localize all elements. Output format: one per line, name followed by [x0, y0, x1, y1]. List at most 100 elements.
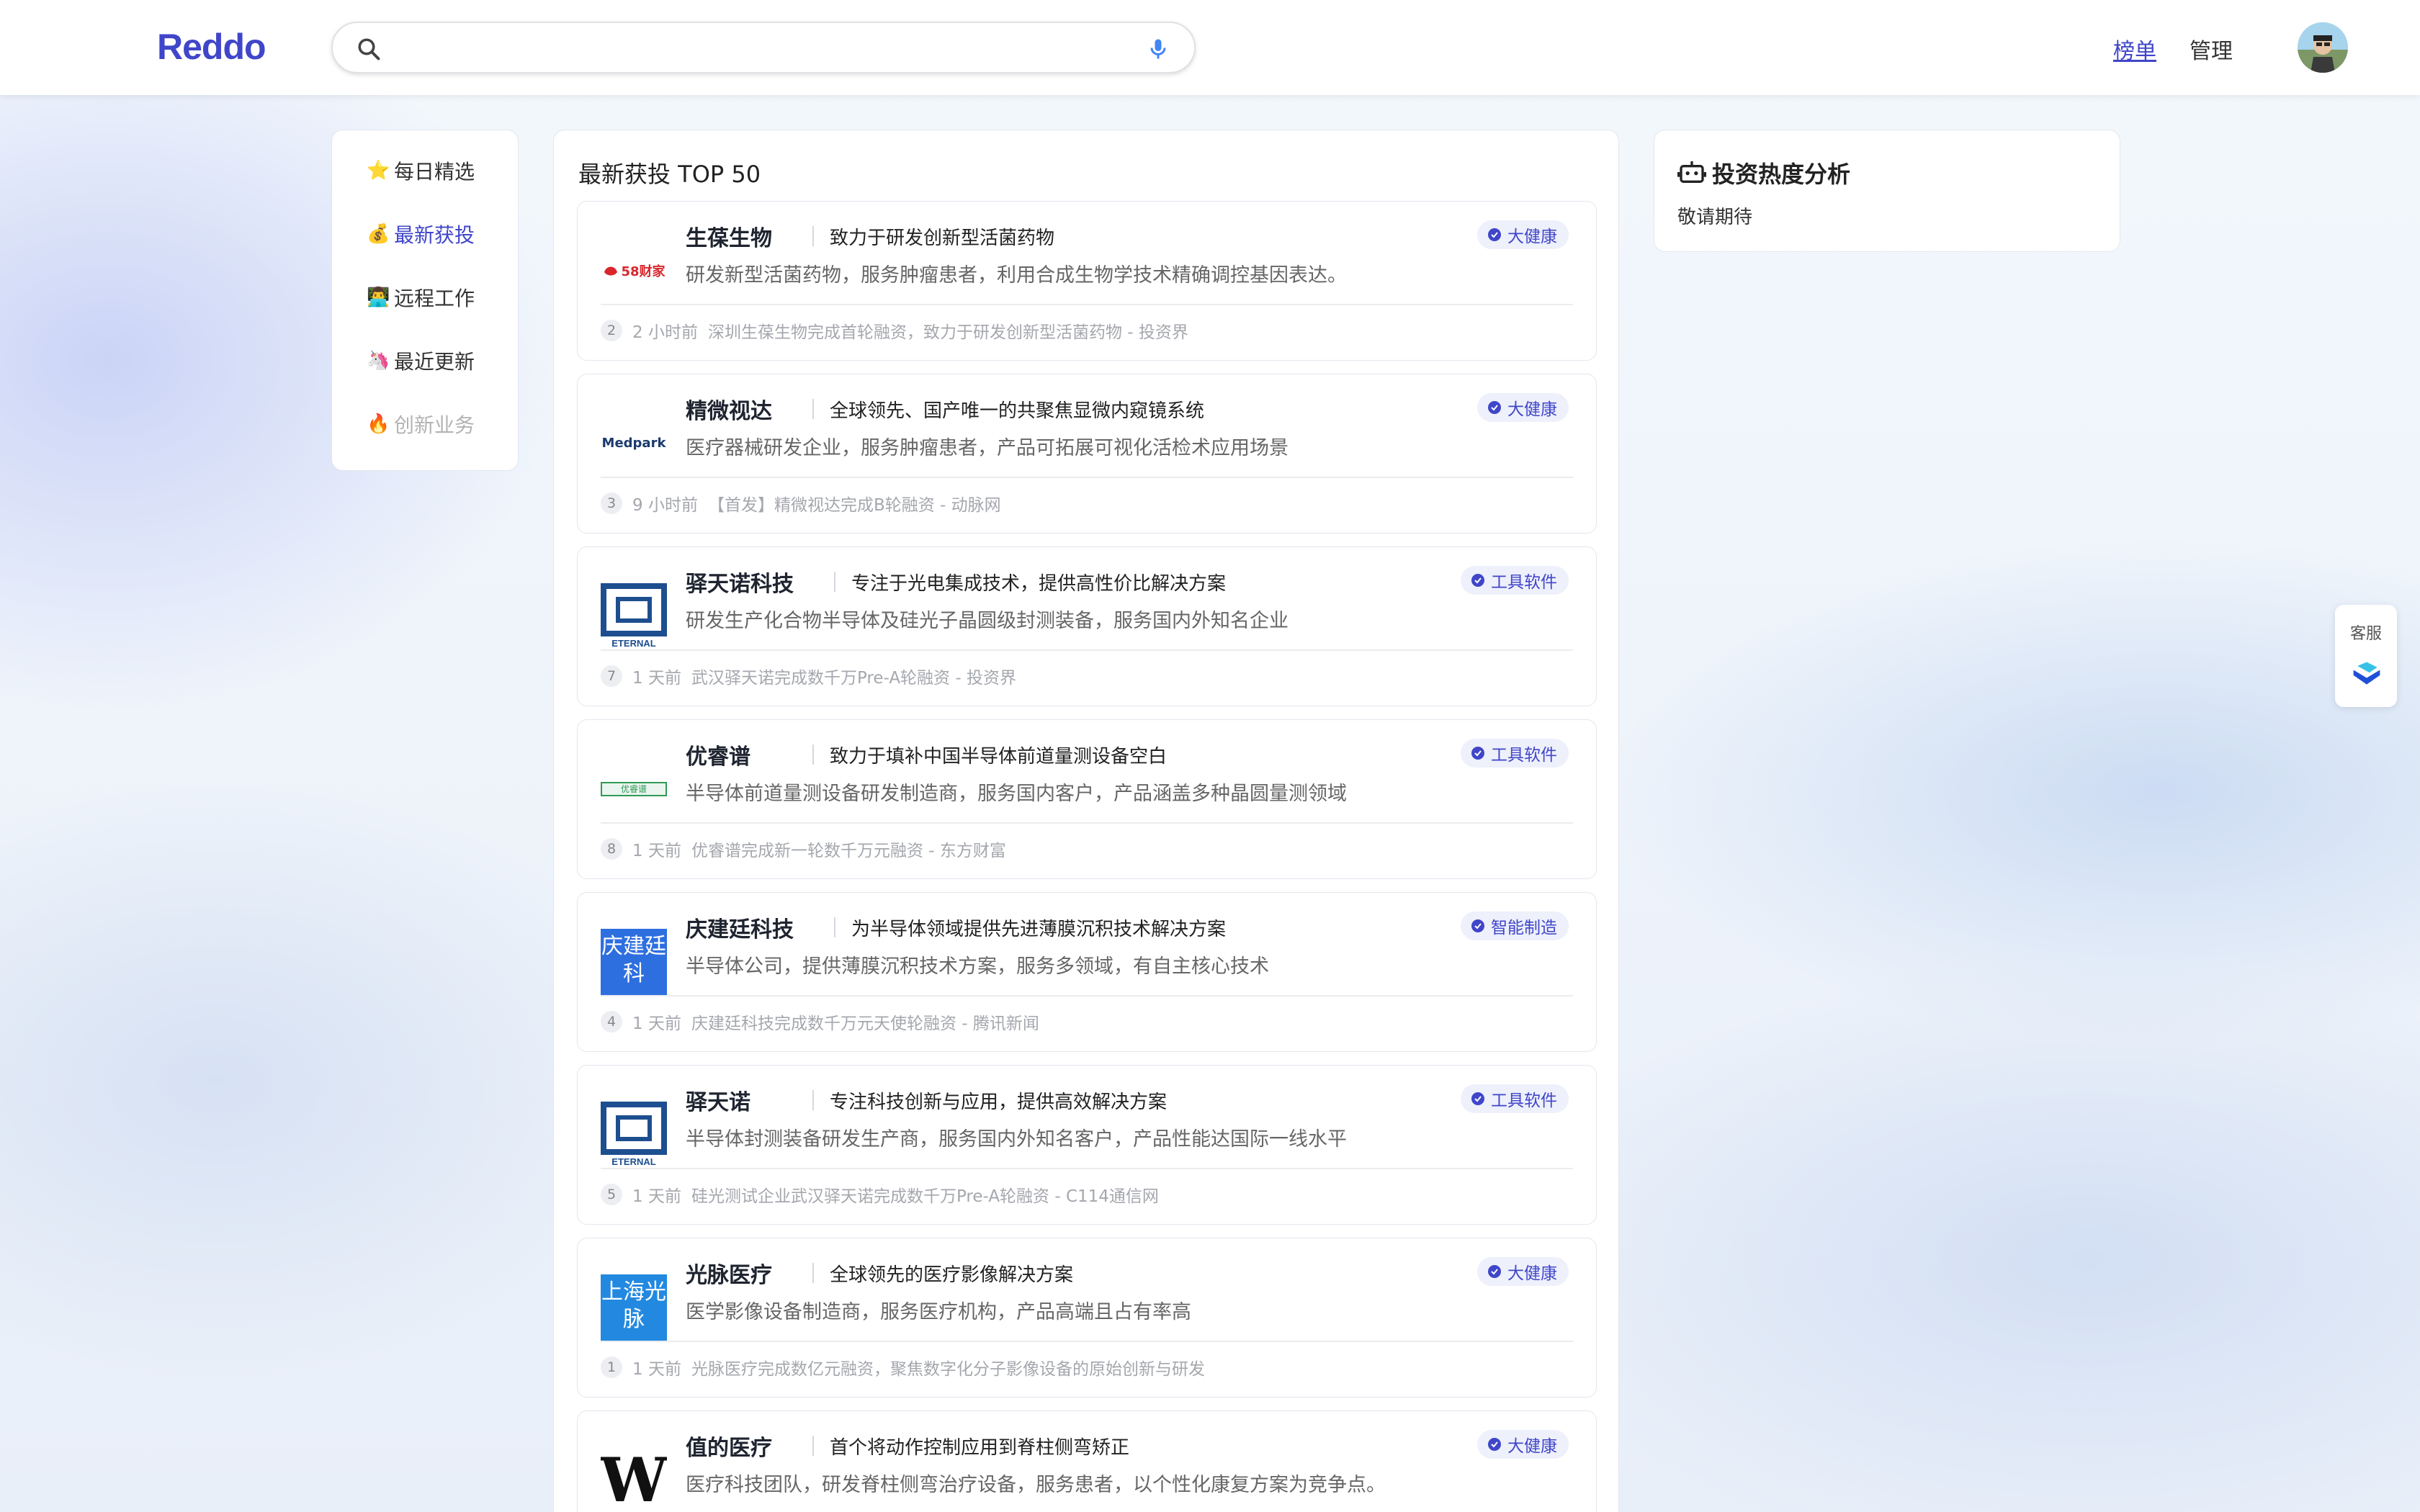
mic-icon[interactable]	[1145, 36, 1171, 62]
company-name[interactable]: 值的医疗	[686, 1430, 772, 1462]
category-tag[interactable]: 工具软件	[1461, 739, 1569, 768]
user-avatar[interactable]	[2298, 22, 2348, 73]
company-slogan: 致力于研发创新型活菌药物	[830, 228, 1055, 249]
company-name[interactable]: 驿天诺	[686, 1084, 750, 1116]
list-item[interactable]: 庆建廷科 庆建廷科技 为半导体领域提供先进薄膜沉积技术解决方案 智能制造 半导体…	[577, 892, 1597, 1052]
rank-badge: 4	[601, 1011, 622, 1032]
company-description: 研发生产化合物半导体及硅光子晶圆级封测装备，服务国内外知名企业	[686, 610, 1289, 632]
category-tag[interactable]: 大健康	[1477, 393, 1569, 422]
news-line[interactable]: 8 1 天前 优睿谱完成新一轮数千万元融资 - 东方财富	[601, 837, 1006, 861]
company-slogan: 为半导体领域提供先进薄膜沉积技术解决方案	[851, 919, 1227, 940]
time-ago: 1 天前	[632, 1187, 681, 1206]
time-ago: 1 天前	[632, 1360, 681, 1379]
list-item[interactable]: 优睿谱 优睿谱 致力于填补中国半导体前道量测设备空白 工具软件 半导体前道量测设…	[577, 719, 1597, 879]
list-item[interactable]: Medpark 精微视达 全球领先、国产唯一的共聚焦显微内窥镜系统 大健康 医疗…	[577, 374, 1597, 534]
divider	[812, 1436, 814, 1456]
verified-badge-icon	[1471, 747, 1484, 760]
customer-service-label: 客服	[2349, 625, 2382, 643]
news-title[interactable]: 庆建廷科技完成数千万元天使轮融资 - 腾讯新闻	[691, 1009, 1039, 1034]
verified-badge-icon	[1471, 919, 1484, 932]
investment-heat-card: 投资热度分析 敬请期待	[1654, 130, 2120, 252]
search-input[interactable]	[399, 30, 1119, 65]
news-title[interactable]: 硅光测试企业武汉驿天诺完成数千万Pre-A轮融资 - C114通信网	[691, 1182, 1159, 1207]
avatar-image	[2298, 22, 2348, 73]
divider	[834, 917, 835, 937]
sidebar-item-latest-funded[interactable]: 💰 最新获投	[367, 220, 475, 248]
news-title[interactable]: 深圳生葆生物完成首轮融资，致力于研发创新型活菌药物 - 投资界	[708, 318, 1188, 343]
fire-icon: 🔥	[367, 413, 390, 435]
news-line[interactable]: 5 1 天前 硅光测试企业武汉驿天诺完成数千万Pre-A轮融资 - C114通信…	[601, 1182, 1159, 1207]
svg-text:ETERNAL: ETERNAL	[611, 1156, 655, 1167]
app-logo[interactable]: Reddo	[157, 26, 266, 68]
news-line[interactable]: 1 1 天前 光脉医疗完成数亿元融资，聚焦数字化分子影像设备的原始创新与研发	[601, 1355, 1205, 1380]
divider	[601, 649, 1573, 651]
company-description: 半导体前道量测设备研发制造商，服务国内客户，产品涵盖多种晶圆量测领域	[686, 783, 1347, 805]
customer-service-widget[interactable]: 客服	[2335, 605, 2397, 707]
verified-badge-icon	[1488, 401, 1501, 414]
category-tag[interactable]: 工具软件	[1461, 1084, 1569, 1113]
company-slogan: 专注科技创新与应用，提供高效解决方案	[830, 1092, 1168, 1113]
sidebar-item-remote[interactable]: 👨‍💻 远程工作	[367, 283, 475, 312]
time-ago: 1 天前	[632, 669, 681, 688]
company-logo: Medpark	[601, 436, 666, 451]
category-tag[interactable]: 智能制造	[1461, 912, 1569, 940]
time-ago: 9 小时前	[632, 496, 698, 515]
list-item[interactable]: W 值的医疗 首个将动作控制应用到脊柱侧弯矫正 大健康 医疗科技团队，研发脊柱侧…	[577, 1410, 1597, 1512]
news-title[interactable]: 【首发】精微视达完成B轮融资 - 动脉网	[708, 491, 1001, 516]
list-item[interactable]: 58财家 生葆生物 致力于研发创新型活菌药物 大健康 研发新型活菌药物，服务肿瘤…	[577, 201, 1597, 361]
divider	[601, 995, 1573, 996]
category-tag[interactable]: 大健康	[1477, 220, 1569, 249]
rank-badge: 5	[601, 1184, 622, 1205]
news-line[interactable]: 7 1 天前 武汉驿天诺完成数千万Pre-A轮融资 - 投资界	[601, 664, 1016, 688]
company-description: 研发新型活菌药物，服务肿瘤患者，利用合成生物学技术精确调控基因表达。	[686, 264, 1347, 287]
company-logo: 优睿谱	[601, 756, 667, 822]
news-line[interactable]: 3 9 小时前 【首发】精微视达完成B轮融资 - 动脉网	[601, 491, 1001, 516]
sidebar-item-recent-updates[interactable]: 🦄 最近更新	[367, 346, 475, 375]
list-item[interactable]: ETERNAL 驿天诺 专注科技创新与应用，提供高效解决方案 工具软件 半导体封…	[577, 1065, 1597, 1225]
company-description: 医疗科技团队，研发脊柱侧弯治疗设备，服务患者，以个性化康复方案为竞争点。	[686, 1474, 1386, 1496]
svg-text:ETERNAL: ETERNAL	[611, 638, 655, 649]
company-name[interactable]: 精微视达	[686, 393, 772, 425]
chat-icon[interactable]	[2351, 658, 2383, 690]
company-name[interactable]: 优睿谱	[686, 739, 750, 770]
company-logo: W	[601, 1447, 667, 1512]
time-ago: 2 小时前	[632, 323, 698, 342]
robot-icon	[1677, 161, 1706, 183]
news-line[interactable]: 2 2 小时前 深圳生葆生物完成首轮融资，致力于研发创新型活菌药物 - 投资界	[601, 318, 1188, 343]
money-bag-icon: 💰	[367, 223, 390, 245]
category-tag[interactable]: 工具软件	[1461, 566, 1569, 595]
card-subtitle: 敬请期待	[1677, 207, 1753, 228]
search-box[interactable]	[331, 22, 1196, 73]
company-slogan: 全球领先、国产唯一的共聚焦显微内窥镜系统	[830, 400, 1205, 422]
nav-rank-link[interactable]: 榜单	[2113, 33, 2156, 65]
list-item[interactable]: 上海光脉 光脉医疗 全球领先的医疗影像解决方案 大健康 医学影像设备制造商，服务…	[577, 1238, 1597, 1398]
divider	[812, 1263, 814, 1283]
company-description: 医疗器械研发企业，服务肿瘤患者，产品可拓展可视化活检术应用场景	[686, 437, 1289, 459]
list-item[interactable]: ETERNAL 驿天诺科技 专注于光电集成技术，提供高性价比解决方案 工具软件 …	[577, 546, 1597, 706]
company-slogan: 致力于填补中国半导体前道量测设备空白	[830, 746, 1168, 768]
time-ago: 1 天前	[632, 1014, 681, 1033]
sidebar-item-daily[interactable]: ⭐ 每日精选	[367, 156, 475, 185]
top-bar: Reddo 榜单 管理	[0, 0, 2420, 95]
news-title[interactable]: 武汉驿天诺完成数千万Pre-A轮融资 - 投资界	[691, 664, 1016, 688]
sidebar-item-label: 最近更新	[394, 350, 475, 374]
company-description: 医学影像设备制造商，服务医疗机构，产品高端且占有率高	[686, 1301, 1191, 1323]
sidebar-nav: ⭐ 每日精选 💰 最新获投 👨‍💻 远程工作 🦄 最近更新 🔥 创新业务	[331, 130, 519, 471]
company-name[interactable]: 驿天诺科技	[686, 566, 794, 598]
company-description: 半导体公司，提供薄膜沉积技术方案，服务多领域，有自主核心技术	[686, 955, 1269, 978]
company-name[interactable]: 庆建廷科技	[686, 912, 794, 943]
category-tag[interactable]: 大健康	[1477, 1430, 1569, 1459]
news-title[interactable]: 光脉医疗完成数亿元融资，聚焦数字化分子影像设备的原始创新与研发	[691, 1355, 1205, 1380]
nav-manage-link[interactable]: 管理	[2190, 33, 2233, 65]
divider	[601, 304, 1573, 305]
company-name[interactable]: 光脉医疗	[686, 1257, 772, 1289]
developer-icon: 👨‍💻	[367, 287, 390, 308]
category-tag[interactable]: 大健康	[1477, 1257, 1569, 1286]
news-line[interactable]: 4 1 天前 庆建廷科技完成数千万元天使轮融资 - 腾讯新闻	[601, 1009, 1039, 1034]
news-title[interactable]: 优睿谱完成新一轮数千万元融资 - 东方财富	[691, 837, 1006, 861]
divider	[601, 477, 1573, 478]
company-logo: 庆建廷科	[601, 929, 667, 995]
rank-badge: 2	[601, 320, 622, 341]
panel-title: 最新获投 TOP 50	[578, 161, 761, 188]
company-name[interactable]: 生葆生物	[686, 220, 772, 252]
